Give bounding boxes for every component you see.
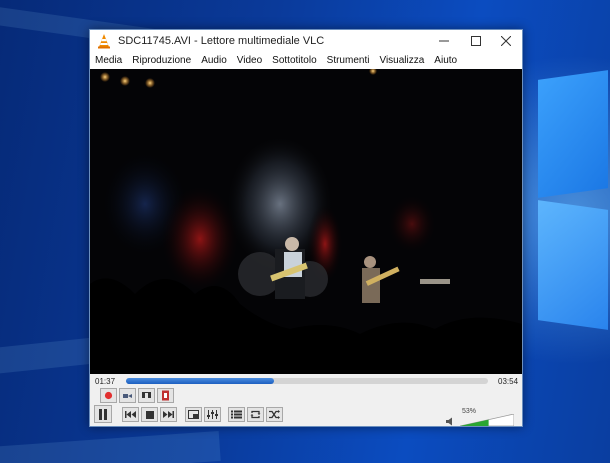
menu-visualizza[interactable]: Visualizza [379,55,424,66]
menu-riproduzione[interactable]: Riproduzione [132,55,191,66]
next-button[interactable] [160,407,177,422]
menu-strumenti[interactable]: Strumenti [327,55,370,66]
record-button[interactable] [100,388,117,403]
stop-icon [145,410,154,419]
close-button[interactable] [490,30,522,52]
skip-forward-icon [163,411,174,418]
volume-level [460,414,489,426]
stop-button[interactable] [141,407,158,422]
frame-by-frame-button[interactable] [157,388,174,403]
total-time: 03:54 [498,377,519,386]
pause-icon [98,408,108,420]
menu-sottotitolo[interactable]: Sottotitolo [272,55,316,66]
equalizer-icon [207,410,218,419]
record-icon [104,391,113,400]
menu-media[interactable]: Media [95,55,122,66]
windows-logo-pane [538,200,608,330]
frame-step-icon [161,390,170,401]
previous-button[interactable] [122,407,139,422]
menu-bar: Media Riproduzione Audio Video Sottotito… [90,52,522,69]
maximize-button[interactable] [460,30,492,52]
windows-logo-pane [538,70,608,198]
menu-audio[interactable]: Audio [201,55,227,66]
repeat-icon [250,410,261,419]
vlc-window: SDC11745.AVI - Lettore multimediale VLC … [89,29,523,427]
vlc-cone-icon [96,33,112,49]
shuffle-button[interactable] [266,407,283,422]
window-title: SDC11745.AVI - Lettore multimediale VLC [118,35,325,47]
control-bar: 01:37 03:54 53% [90,374,522,426]
seek-progress [126,378,275,384]
camera-icon [122,391,133,400]
elapsed-time: 01:37 [95,377,116,386]
seek-slider[interactable] [126,378,488,384]
fullscreen-button[interactable] [185,407,202,422]
playlist-icon [231,410,242,419]
menu-aiuto[interactable]: Aiuto [434,55,457,66]
light-beam [0,430,221,463]
loop-button[interactable] [247,407,264,422]
play-pause-button[interactable] [94,405,112,423]
shuffle-icon [269,410,280,419]
ab-loop-icon [141,391,152,400]
volume-control: 53% [446,408,522,426]
speaker-icon[interactable] [446,413,455,431]
concert-video-image [90,69,522,374]
minimize-button[interactable] [428,30,460,52]
volume-slider[interactable] [460,414,514,426]
fullscreen-icon [188,410,199,419]
video-frame[interactable] [90,69,522,374]
loop-ab-button[interactable] [138,388,155,403]
playlist-button[interactable] [228,407,245,422]
skip-back-icon [125,411,136,418]
extended-settings-button[interactable] [204,407,221,422]
menu-video[interactable]: Video [237,55,262,66]
snapshot-button[interactable] [119,388,136,403]
title-bar[interactable]: SDC11745.AVI - Lettore multimediale VLC [90,30,522,52]
